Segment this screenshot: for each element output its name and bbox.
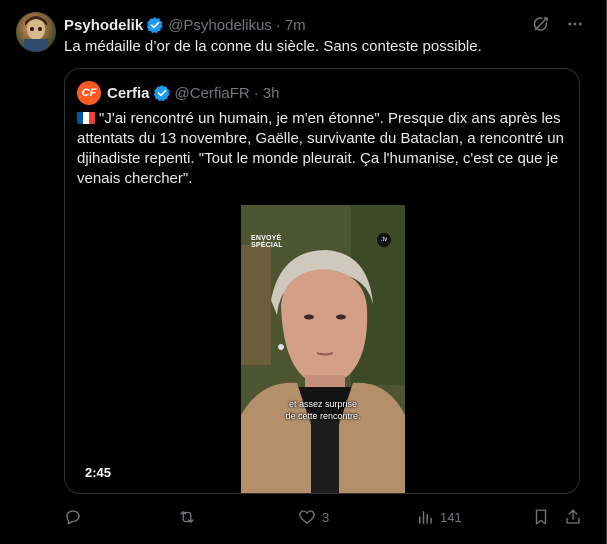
- quoted-tweet-header: CF Cerfia @CerfiaFR · 3h: [77, 81, 279, 105]
- grok-icon[interactable]: [531, 14, 551, 34]
- reply-button[interactable]: [64, 508, 88, 526]
- quoted-video[interactable]: ENVOYÉ SPÉCIAL .tv et assez surprise de …: [241, 205, 405, 493]
- bookmark-icon: [535, 509, 547, 525]
- retweet-button[interactable]: [177, 508, 203, 526]
- retweet-icon: [180, 511, 194, 523]
- france-flag-icon: [77, 111, 95, 124]
- like-button[interactable]: 3: [298, 508, 329, 526]
- logo-line1: ENVOYÉ: [251, 235, 282, 242]
- logo-line2: SPÉCIAL: [251, 242, 283, 249]
- video-subtitle-line1: et assez surprise: [288, 399, 358, 409]
- quoted-author-name[interactable]: Cerfia: [107, 85, 150, 102]
- quoted-author-avatar[interactable]: CF: [77, 81, 101, 105]
- share-button[interactable]: [564, 508, 582, 526]
- share-icon: [566, 509, 580, 524]
- separator-dot: ·: [275, 16, 281, 34]
- separator-dot: ·: [253, 84, 259, 102]
- quoted-avatar-letters: CF: [81, 87, 97, 99]
- video-channel-logo: ENVOYÉ SPÉCIAL: [251, 235, 283, 249]
- video-subtitle-line2: de cette rencontre.: [285, 411, 361, 421]
- tweet-action-bar: 3 141: [64, 508, 584, 530]
- heart-icon: [299, 510, 315, 524]
- tweet-top-actions: [531, 14, 585, 34]
- quoted-tweet-timestamp[interactable]: 3h: [263, 85, 280, 102]
- like-count: 3: [322, 509, 330, 525]
- tv-badge: .tv: [377, 233, 391, 247]
- quoted-tweet-text-block: "J'ai rencontré un humain, je m'en étonn…: [77, 109, 569, 189]
- quoted-tweet-text: "J'ai rencontré un humain, je m'en étonn…: [77, 110, 564, 187]
- tweet-header: Psyhodelik @Psyhodelikus · 7m: [64, 15, 306, 35]
- author-handle[interactable]: @Psyhodelikus: [168, 17, 272, 34]
- tweet-text: La médaille d’or de la conne du siècle. …: [64, 38, 482, 55]
- views-icon: [419, 511, 432, 524]
- tweet-timestamp[interactable]: 7m: [285, 17, 306, 34]
- video-duration: 2:45: [85, 465, 112, 480]
- quoted-tweet-card[interactable]: CF Cerfia @CerfiaFR · 3h "J'ai rencontré…: [64, 68, 580, 494]
- quoted-author-handle[interactable]: @CerfiaFR: [175, 85, 250, 102]
- bookmark-button[interactable]: [532, 508, 550, 526]
- reply-icon: [66, 510, 80, 525]
- verified-badge-icon: [146, 16, 164, 34]
- author-avatar[interactable]: [16, 12, 56, 52]
- author-name[interactable]: Psyhodelik: [64, 17, 143, 34]
- views-count: 141: [440, 509, 462, 525]
- verified-badge-icon: [153, 84, 171, 102]
- more-icon[interactable]: [565, 14, 585, 34]
- views-button[interactable]: 141: [416, 508, 462, 526]
